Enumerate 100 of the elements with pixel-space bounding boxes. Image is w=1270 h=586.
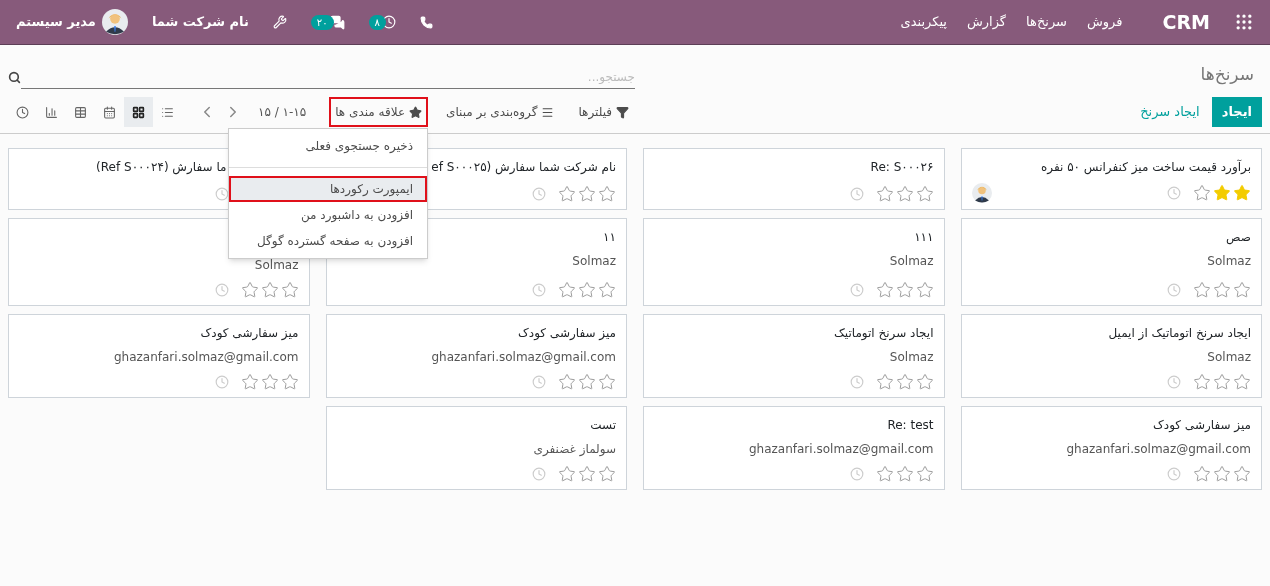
star-icon[interactable] <box>875 373 894 391</box>
clock-icon[interactable] <box>849 375 864 389</box>
star-icon[interactable] <box>1193 373 1211 391</box>
clock-icon[interactable] <box>214 187 229 201</box>
star-icon[interactable] <box>915 373 934 391</box>
clock-icon[interactable] <box>532 467 546 481</box>
clock-icon[interactable] <box>214 375 229 389</box>
star-icon[interactable] <box>895 281 914 299</box>
star-icon[interactable] <box>260 373 279 391</box>
favorites-button[interactable]: علاقه مندی ها <box>329 97 429 127</box>
clock-icon[interactable] <box>1167 467 1181 481</box>
star-icon[interactable] <box>598 281 616 299</box>
star-icon[interactable] <box>1233 465 1251 483</box>
phone-icon[interactable] <box>419 15 433 29</box>
filters-button[interactable]: فیلترها <box>572 97 635 127</box>
card-title: میز سفارشی کودک <box>1153 417 1252 434</box>
star-icon[interactable] <box>1213 465 1231 483</box>
clock-icon[interactable] <box>849 187 864 201</box>
star-icon[interactable] <box>895 373 914 391</box>
star-icon[interactable] <box>280 373 299 391</box>
priority-stars[interactable] <box>558 185 616 203</box>
user-name[interactable]: مدیر سیستم <box>16 12 96 32</box>
star-icon[interactable] <box>915 281 934 299</box>
star-icon[interactable] <box>1213 281 1231 299</box>
clock-icon[interactable] <box>214 283 229 297</box>
star-icon[interactable] <box>1233 373 1251 391</box>
lead-card[interactable]: تست سولماز غضنفری <box>325 406 627 490</box>
priority-stars[interactable] <box>240 281 299 299</box>
star-icon[interactable] <box>558 373 576 391</box>
star-icon[interactable] <box>558 185 576 203</box>
clock-icon[interactable] <box>849 283 864 297</box>
star-icon[interactable] <box>578 185 596 203</box>
pager-value[interactable]: ۱-۱۵ / ۱۵ <box>258 103 307 121</box>
group-by-button[interactable]: گروه‌بندی بر مبنای <box>440 97 561 127</box>
view-switch-button[interactable] <box>124 97 153 127</box>
priority-stars[interactable] <box>875 373 934 391</box>
priority-stars[interactable] <box>558 373 616 391</box>
activity-badge: ۸ <box>368 14 386 30</box>
priority-stars[interactable] <box>558 465 616 483</box>
clock-icon[interactable] <box>849 467 864 481</box>
star-icon[interactable] <box>1213 184 1231 202</box>
priority-stars[interactable] <box>240 373 299 391</box>
card-subtitle: Solmaz <box>254 257 299 274</box>
dropdown-item[interactable]: ایمپورت رکوردها <box>229 176 428 202</box>
star-icon[interactable] <box>875 465 894 483</box>
star-icon[interactable] <box>1233 281 1251 299</box>
priority-stars[interactable] <box>1193 465 1251 483</box>
star-icon[interactable] <box>578 281 596 299</box>
star-icon[interactable] <box>280 281 299 299</box>
star-icon[interactable] <box>1193 465 1211 483</box>
star-icon[interactable] <box>895 465 914 483</box>
table-view-icon <box>74 105 87 119</box>
menu-item[interactable]: گزارش <box>966 12 1007 32</box>
menu-item[interactable]: فروش <box>1086 12 1123 32</box>
priority-stars[interactable] <box>1193 373 1251 391</box>
clock-view-icon <box>16 105 29 119</box>
star-icon[interactable] <box>558 281 576 299</box>
star-icon[interactable] <box>915 185 934 203</box>
star-icon[interactable] <box>1233 184 1251 202</box>
star-icon[interactable] <box>240 281 259 299</box>
search-icon[interactable] <box>8 70 21 84</box>
tools-icon[interactable] <box>272 15 287 29</box>
clock-icon[interactable] <box>1167 186 1181 200</box>
star-icon[interactable] <box>1193 184 1211 202</box>
star-icon[interactable] <box>260 281 279 299</box>
clock-icon[interactable] <box>532 187 546 201</box>
lead-card[interactable]: برآورد قیمت ساخت میز کنفرانس ۵۰ نفره <box>960 148 1262 210</box>
star-icon[interactable] <box>240 373 259 391</box>
star-icon[interactable] <box>895 185 914 203</box>
star-icon[interactable] <box>558 465 576 483</box>
priority-stars[interactable] <box>1193 281 1251 299</box>
company-name[interactable]: نام شرکت شما <box>151 12 249 32</box>
clock-icon[interactable] <box>1167 283 1181 297</box>
star-icon[interactable] <box>915 465 934 483</box>
lead-card[interactable]: Re: test ghazanfari.solmaz@gmail.com <box>643 406 945 490</box>
star-icon[interactable] <box>578 465 596 483</box>
clock-icon[interactable] <box>1167 375 1181 389</box>
star-icon[interactable] <box>875 281 894 299</box>
card-subtitle: ghazanfari.solmaz@gmail.com <box>748 441 934 458</box>
priority-stars[interactable] <box>558 281 616 299</box>
star-icon[interactable] <box>598 373 616 391</box>
menu-item[interactable]: سرنخ‌ها <box>1026 12 1067 32</box>
clock-icon[interactable] <box>532 375 546 389</box>
star-icon[interactable] <box>1213 373 1231 391</box>
star-icon[interactable] <box>598 465 616 483</box>
card-title: صص <box>1226 229 1252 247</box>
apps-menu-icon[interactable] <box>1234 12 1254 32</box>
search-field[interactable]: جستجو... <box>21 65 635 89</box>
priority-stars[interactable] <box>875 185 934 203</box>
lead-card[interactable]: Re: S۰۰۰۲۶ <box>643 148 945 210</box>
priority-stars[interactable] <box>1193 184 1251 202</box>
star-icon[interactable] <box>578 373 596 391</box>
app-name[interactable]: CRM <box>1162 7 1210 37</box>
menu-item[interactable]: پیکربندی <box>900 12 947 32</box>
star-icon[interactable] <box>1193 281 1211 299</box>
priority-stars[interactable] <box>875 465 934 483</box>
star-icon[interactable] <box>875 185 894 203</box>
star-icon[interactable] <box>598 185 616 203</box>
priority-stars[interactable] <box>875 281 934 299</box>
clock-icon[interactable] <box>532 283 546 297</box>
